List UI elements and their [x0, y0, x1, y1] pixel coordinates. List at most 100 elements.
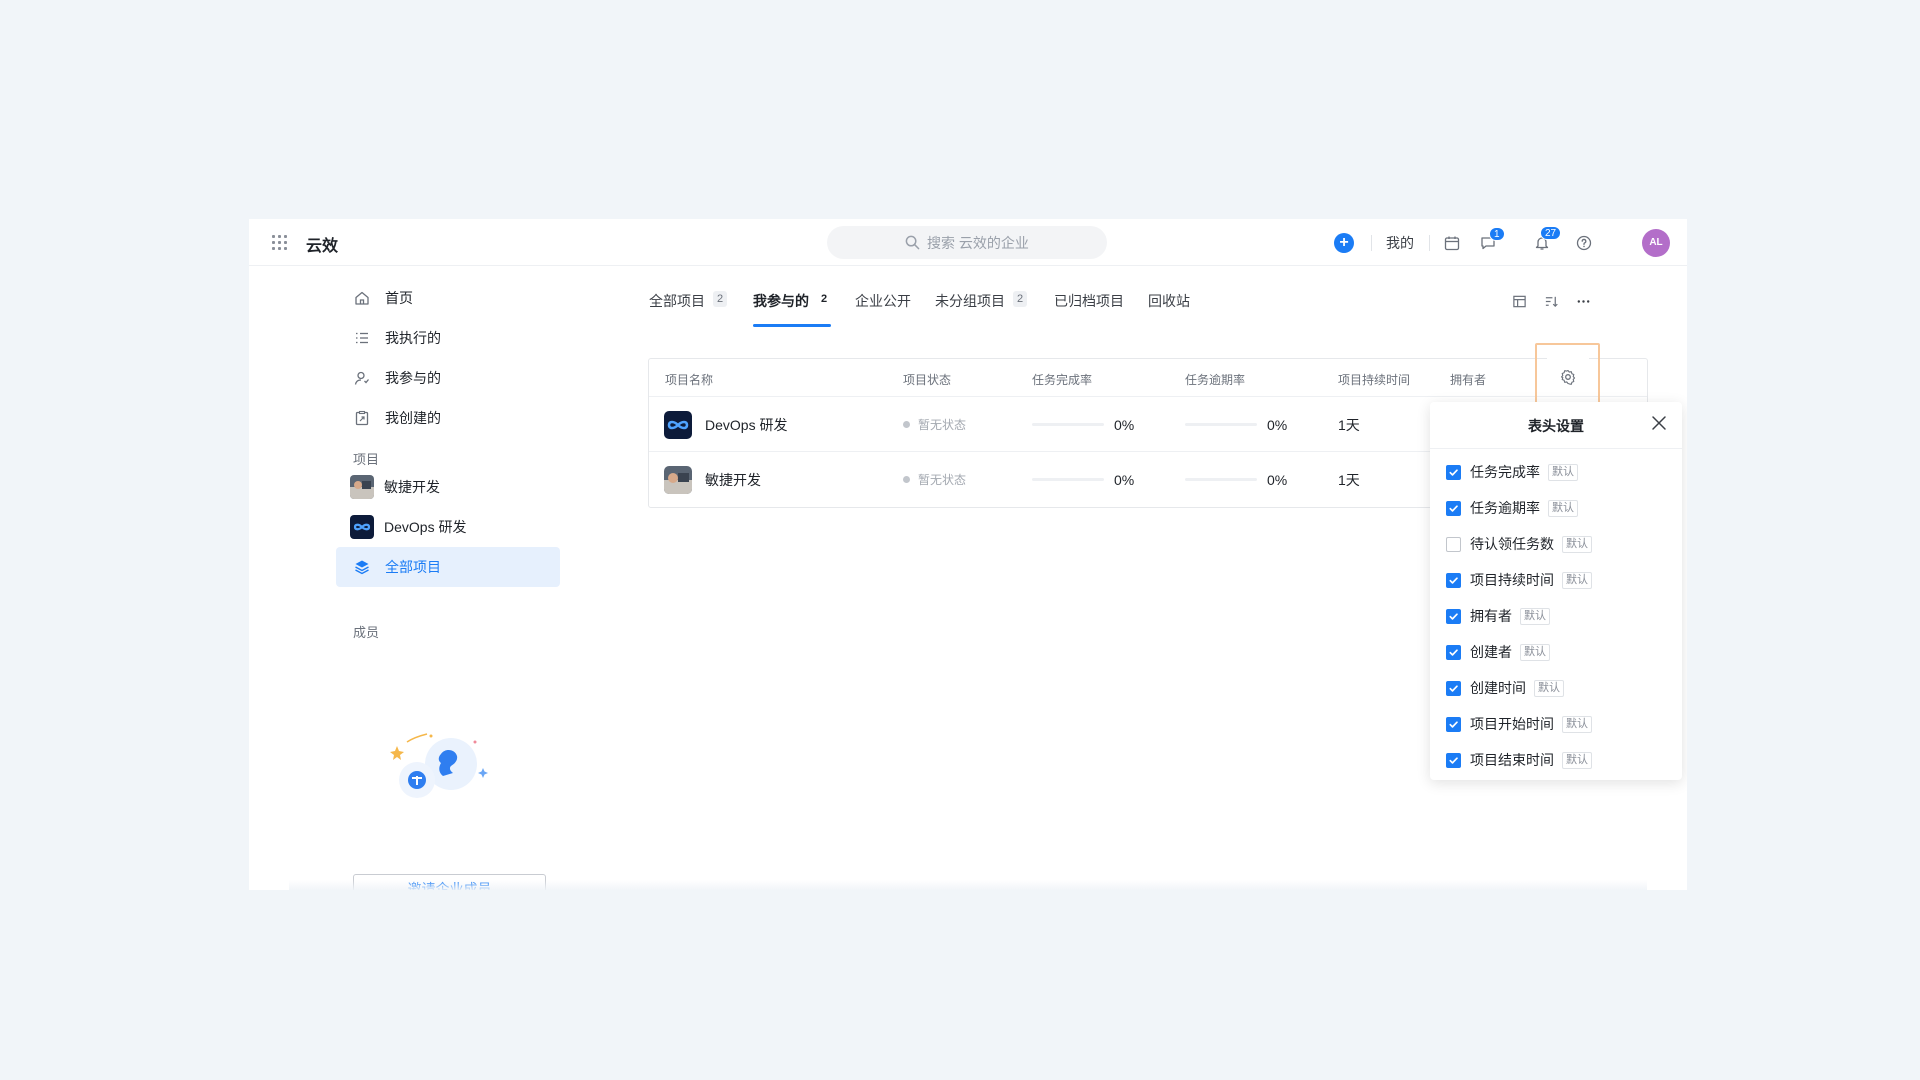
home-icon [353, 289, 371, 307]
column-option-opt-overdue-rate[interactable]: 任务逾期率 默认 [1446, 498, 1578, 518]
column-option-opt-start-time[interactable]: 项目开始时间 默认 [1446, 714, 1592, 734]
calendar-button[interactable] [1442, 219, 1462, 266]
column-header[interactable]: 项目状态 [903, 371, 951, 388]
default-tag: 默认 [1520, 607, 1550, 625]
default-tag: 默认 [1534, 679, 1564, 697]
checkbox-checked[interactable] [1446, 644, 1461, 660]
checkbox-checked[interactable] [1446, 608, 1461, 624]
checkbox-checked[interactable] [1446, 680, 1461, 696]
option-label: 任务逾期率 [1470, 500, 1540, 516]
checkbox-checked[interactable] [1446, 716, 1461, 732]
table-header: 项目名称 项目状态 任务完成率 任务逾期率 项目持续时间 拥有者 [649, 359, 1647, 397]
status-dot [903, 476, 910, 483]
column-option-opt-end-time[interactable]: 项目结束时间 默认 [1446, 750, 1592, 770]
tab-all-projects[interactable]: 全部项目 2 [649, 291, 728, 327]
column-option-opt-duration[interactable]: 项目持续时间 默认 [1446, 570, 1592, 590]
completion-bar [1032, 423, 1104, 426]
tab-label: 全部项目 [649, 293, 705, 309]
project-icon [664, 410, 692, 439]
status-dot [903, 421, 910, 428]
tab-label: 未分组项目 [935, 293, 1005, 309]
project-name-cell[interactable]: 敏捷开发 [664, 452, 761, 507]
overdue-value: 0% [1267, 471, 1288, 488]
option-label: 项目结束时间 [1470, 752, 1554, 768]
search-input[interactable]: 搜索 云效的企业 [827, 226, 1107, 259]
checkbox-checked[interactable] [1446, 572, 1461, 588]
invite-members-button[interactable]: 邀请企业成员 [353, 874, 546, 890]
column-option-opt-completion-rate[interactable]: 任务完成率 默认 [1446, 462, 1578, 482]
column-settings-button[interactable] [1547, 358, 1589, 396]
column-option-opt-pending-claim[interactable]: 待认领任务数 默认 [1446, 534, 1592, 554]
option-label: 项目开始时间 [1470, 716, 1554, 732]
column-option-opt-created-time[interactable]: 创建时间 默认 [1446, 678, 1564, 698]
user-icon [353, 369, 371, 387]
check-icon [1449, 504, 1458, 512]
notification-button[interactable]: 27 [1532, 219, 1562, 266]
checkbox-checked[interactable] [1446, 464, 1461, 480]
column-header[interactable]: 任务逾期率 [1185, 371, 1245, 388]
tab-ungrouped[interactable]: 未分组项目 2 [935, 291, 1028, 327]
overdue-value: 0% [1267, 416, 1288, 433]
create-button[interactable]: + [1333, 219, 1355, 266]
check-icon [1449, 756, 1458, 764]
project-thumbnail [350, 515, 374, 539]
app-grid-icon[interactable] [272, 235, 288, 251]
tab-public[interactable]: 企业公开 [855, 291, 911, 327]
sidebar-item-home[interactable]: 首页 [353, 278, 577, 318]
option-label: 项目持续时间 [1470, 572, 1554, 588]
overdue-bar [1185, 478, 1257, 481]
project-thumbnail [350, 475, 374, 499]
popup-title: 表头设置 [1528, 418, 1584, 434]
top-bar: 云效 搜索 云效的企业 + 我的 1 27 AL [249, 219, 1687, 266]
more-options-button[interactable] [1573, 291, 1593, 311]
sidebar-item-created[interactable]: 我创建的 [353, 398, 577, 438]
members-section-title: 成员 [353, 625, 380, 640]
sidebar-item-label: 敏捷开发 [384, 479, 440, 495]
search-placeholder: 搜索 云效的企业 [927, 234, 1029, 251]
checkbox-checked[interactable] [1446, 752, 1461, 768]
layers-icon [353, 558, 371, 576]
duration-cell: 1天 [1338, 416, 1360, 433]
vsep [1429, 219, 1430, 266]
layout-toggle-button[interactable] [1509, 291, 1529, 311]
sidebar-project-devops[interactable]: DevOps 研发 [350, 507, 574, 547]
default-tag: 默认 [1520, 643, 1550, 661]
user-avatar[interactable]: AL [1642, 219, 1670, 266]
mine-link[interactable]: 我的 [1385, 219, 1415, 266]
default-tag: 默认 [1562, 751, 1592, 769]
checkbox-checked[interactable] [1446, 500, 1461, 516]
layout-icon [1512, 295, 1526, 307]
search-icon [905, 235, 920, 250]
tab-trash[interactable]: 回收站 [1148, 291, 1190, 327]
column-option-opt-creator[interactable]: 创建者 默认 [1446, 642, 1550, 662]
tab-participating[interactable]: 我参与的 2 [753, 291, 832, 327]
sort-button[interactable] [1541, 291, 1561, 311]
help-icon [1576, 235, 1592, 250]
sidebar-item-participating[interactable]: 我参与的 [353, 358, 577, 398]
tab-archived[interactable]: 已归档项目 [1054, 291, 1124, 327]
message-button[interactable]: 1 [1478, 219, 1505, 266]
completion-cell: 0% [1032, 452, 1134, 507]
column-option-opt-owner[interactable]: 拥有者 默认 [1446, 606, 1550, 626]
column-header[interactable]: 任务完成率 [1032, 371, 1092, 388]
sidebar-item-label: 首页 [385, 290, 413, 306]
sidebar-item-all-projects[interactable]: 全部项目 [336, 547, 560, 587]
column-header[interactable]: 项目持续时间 [1338, 371, 1410, 388]
default-tag: 默认 [1562, 571, 1592, 589]
sidebar: 首页 我执行的 我参与的 我创建的 项目 敏捷开发 DevOps 研发 全部项目… [249, 267, 560, 890]
column-header[interactable]: 拥有者 [1450, 371, 1486, 388]
close-button[interactable] [1650, 414, 1668, 432]
project-name-cell[interactable]: DevOps 研发 [664, 397, 787, 452]
status-cell: 暂无状态 [903, 452, 966, 507]
help-button[interactable] [1574, 219, 1594, 266]
completion-value: 0% [1114, 471, 1135, 488]
sidebar-item-label: 我参与的 [385, 370, 441, 386]
projects-section-title: 项目 [353, 452, 380, 467]
sidebar-project-agile[interactable]: 敏捷开发 [350, 467, 574, 507]
column-header[interactable]: 项目名称 [665, 371, 713, 388]
vsep [1371, 219, 1372, 266]
sidebar-item-label: DevOps 研发 [384, 519, 467, 535]
overdue-cell: 0% [1185, 397, 1287, 452]
checkbox-unchecked[interactable] [1446, 536, 1461, 552]
sidebar-item-executing[interactable]: 我执行的 [353, 318, 577, 358]
